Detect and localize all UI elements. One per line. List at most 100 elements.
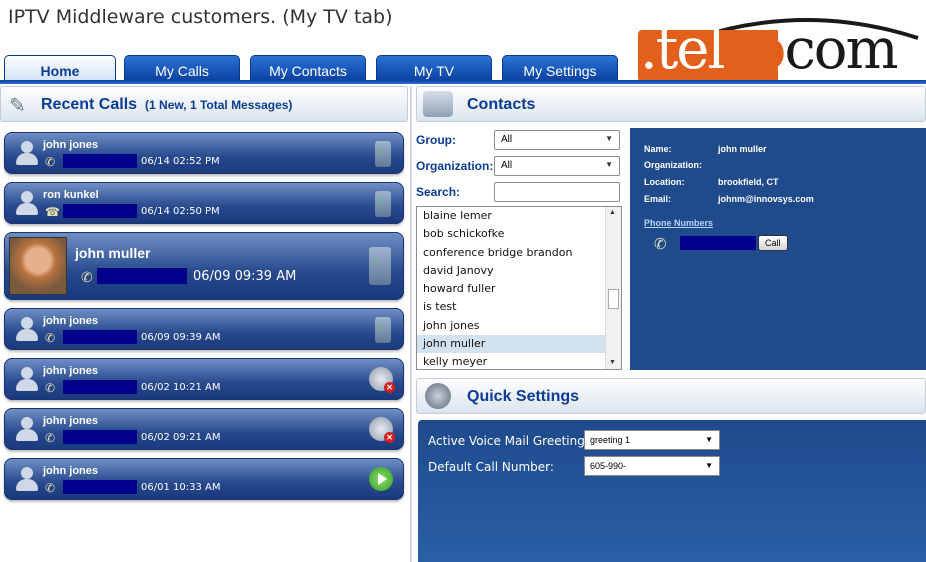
search-input[interactable]	[494, 182, 620, 202]
call-item[interactable]: john jones ✆ 06/09 09:39 AM ↑	[4, 308, 404, 350]
detail-name-value: john muller	[718, 144, 767, 154]
call-time: 06/09 09:39 AM	[141, 332, 221, 343]
default-number-select-value: 605-990-	[590, 461, 627, 471]
detail-name-label: Name:	[644, 144, 672, 154]
call-item-selected[interactable]: john muller ✆ 06/09 09:39 AM ↑	[4, 232, 404, 300]
phone-handset-icon: ✆	[45, 331, 56, 345]
call-item[interactable]: john jones ✆ 06/02 10:21 AM ✕	[4, 358, 404, 400]
recent-calls-list: john jones ✆ 06/14 02:52 PM ↑ ron kunkel…	[4, 132, 404, 508]
call-item[interactable]: john jones ✆ 06/14 02:52 PM ↑	[4, 132, 404, 174]
list-item[interactable]: is test	[417, 298, 621, 316]
contacts-title: Contacts	[467, 96, 536, 113]
tab-home[interactable]: Home	[4, 55, 116, 83]
phone-numbers-link[interactable]: Phone Numbers	[644, 218, 713, 228]
redacted-number	[63, 480, 137, 494]
list-item[interactable]: kelly meyer	[417, 353, 621, 369]
person-icon	[15, 467, 39, 493]
redacted-number	[63, 430, 137, 444]
call-button[interactable]: Call	[758, 235, 788, 251]
group-select[interactable]: All ▼	[494, 130, 620, 150]
organization-select[interactable]: All ▼	[494, 156, 620, 176]
phone-green-arrow-icon[interactable]: ↑	[375, 191, 391, 217]
voicemail-deleted-icon[interactable]: ✕	[369, 367, 395, 393]
logo-text-middle: co	[723, 17, 786, 82]
list-item[interactable]: john jones	[417, 317, 621, 335]
list-item[interactable]: conference bridge brandon	[417, 244, 621, 262]
call-time: 06/14 02:50 PM	[141, 206, 220, 217]
logo-text: .telcocom	[640, 17, 899, 82]
organization-label: Organization:	[416, 159, 494, 173]
contacts-header: Contacts	[416, 86, 926, 122]
greeting-label: Active Voice Mail Greeting:	[428, 434, 589, 448]
redacted-number	[63, 380, 137, 394]
phone-handset-icon: ✆	[45, 155, 56, 169]
call-item[interactable]: john jones ✆ 06/02 09:21 AM ✕	[4, 408, 404, 450]
chevron-down-icon: ▼	[605, 134, 613, 143]
call-item[interactable]: john jones ✆ 06/01 10:33 AM	[4, 458, 404, 500]
detail-location-label: Location:	[644, 177, 685, 187]
voicemail-deleted-icon[interactable]: ✕	[369, 417, 395, 443]
list-item[interactable]: howard fuller	[417, 280, 621, 298]
scroll-down-icon[interactable]: ▼	[609, 359, 616, 366]
gear-icon	[425, 383, 451, 409]
person-icon	[15, 417, 39, 443]
person-icon	[15, 367, 39, 393]
list-item[interactable]: david Janovy	[417, 262, 621, 280]
redacted-number	[97, 268, 187, 284]
call-name: john muller	[75, 245, 151, 261]
pencil-icon: ✎	[9, 95, 26, 117]
list-item[interactable]: blaine lemer	[417, 207, 621, 225]
contact-list[interactable]: blaine lemer bob schickofke conference b…	[416, 206, 622, 370]
contact-list-scrollbar[interactable]: ▲ ▼	[605, 207, 621, 369]
call-name: john jones	[43, 465, 98, 477]
person-icon	[15, 141, 39, 167]
chevron-down-icon: ▼	[705, 435, 713, 444]
call-item[interactable]: ron kunkel ☎ 06/14 02:50 PM ↑	[4, 182, 404, 224]
list-item[interactable]: bob schickofke	[417, 225, 621, 243]
phone-green-arrow-icon[interactable]: ↑	[375, 317, 391, 343]
phone-green-arrow-icon[interactable]: ↑	[375, 141, 391, 167]
default-number-label: Default Call Number:	[428, 460, 554, 474]
phone-handset-icon: ✆	[45, 431, 56, 445]
call-name: john jones	[43, 365, 98, 377]
call-time: 06/09 09:39 AM	[193, 269, 297, 284]
list-item-selected[interactable]: john muller	[417, 335, 621, 354]
group-select-value: All	[501, 134, 513, 145]
tab-underline	[0, 80, 926, 84]
tab-my-calls[interactable]: My Calls	[124, 55, 240, 83]
greeting-select-value: greeting 1	[590, 435, 631, 445]
tab-my-settings[interactable]: My Settings	[502, 55, 618, 83]
default-number-select[interactable]: 605-990- ▼	[584, 456, 720, 476]
redacted-number	[63, 204, 137, 218]
contact-photo	[9, 237, 67, 295]
page-caption: IPTV Middleware customers. (My TV tab)	[8, 6, 393, 28]
column-divider	[410, 86, 412, 562]
tab-my-tv[interactable]: My TV	[376, 55, 492, 83]
person-icon	[15, 317, 39, 343]
detail-location-value: brookfield, CT	[718, 177, 779, 187]
call-time: 06/01 10:33 AM	[141, 482, 221, 493]
redacted-number	[63, 154, 137, 168]
voicemail-play-icon[interactable]	[369, 467, 393, 491]
scroll-up-icon[interactable]: ▲	[609, 209, 616, 216]
call-name: ron kunkel	[43, 189, 99, 201]
recent-calls-subtitle: (1 New, 1 Total Messages)	[145, 98, 293, 112]
chevron-down-icon: ▼	[605, 160, 613, 169]
logo-text-suffix: com	[784, 17, 898, 82]
call-name: john jones	[43, 315, 98, 327]
scroll-thumb[interactable]	[608, 289, 619, 309]
person-icon	[15, 191, 39, 217]
phone-handset-icon: ✆	[654, 236, 667, 253]
detail-org-label: Organization:	[644, 160, 702, 170]
contacts-icon	[423, 91, 453, 117]
phone-handset-icon: ✆	[45, 481, 56, 495]
main-tabs: Home My Calls My Contacts My TV My Setti…	[0, 55, 620, 83]
group-label: Group:	[416, 133, 456, 147]
greeting-select[interactable]: greeting 1 ▼	[584, 430, 720, 450]
detail-email-value: johnm@innovsys.com	[718, 194, 814, 204]
quick-settings-header: Quick Settings	[416, 378, 926, 414]
recent-calls-title-row: Recent Calls (1 New, 1 Total Messages)	[41, 96, 292, 114]
tab-my-contacts[interactable]: My Contacts	[250, 55, 366, 83]
search-label: Search:	[416, 185, 461, 199]
phone-green-arrow-icon[interactable]: ↑	[369, 247, 391, 285]
